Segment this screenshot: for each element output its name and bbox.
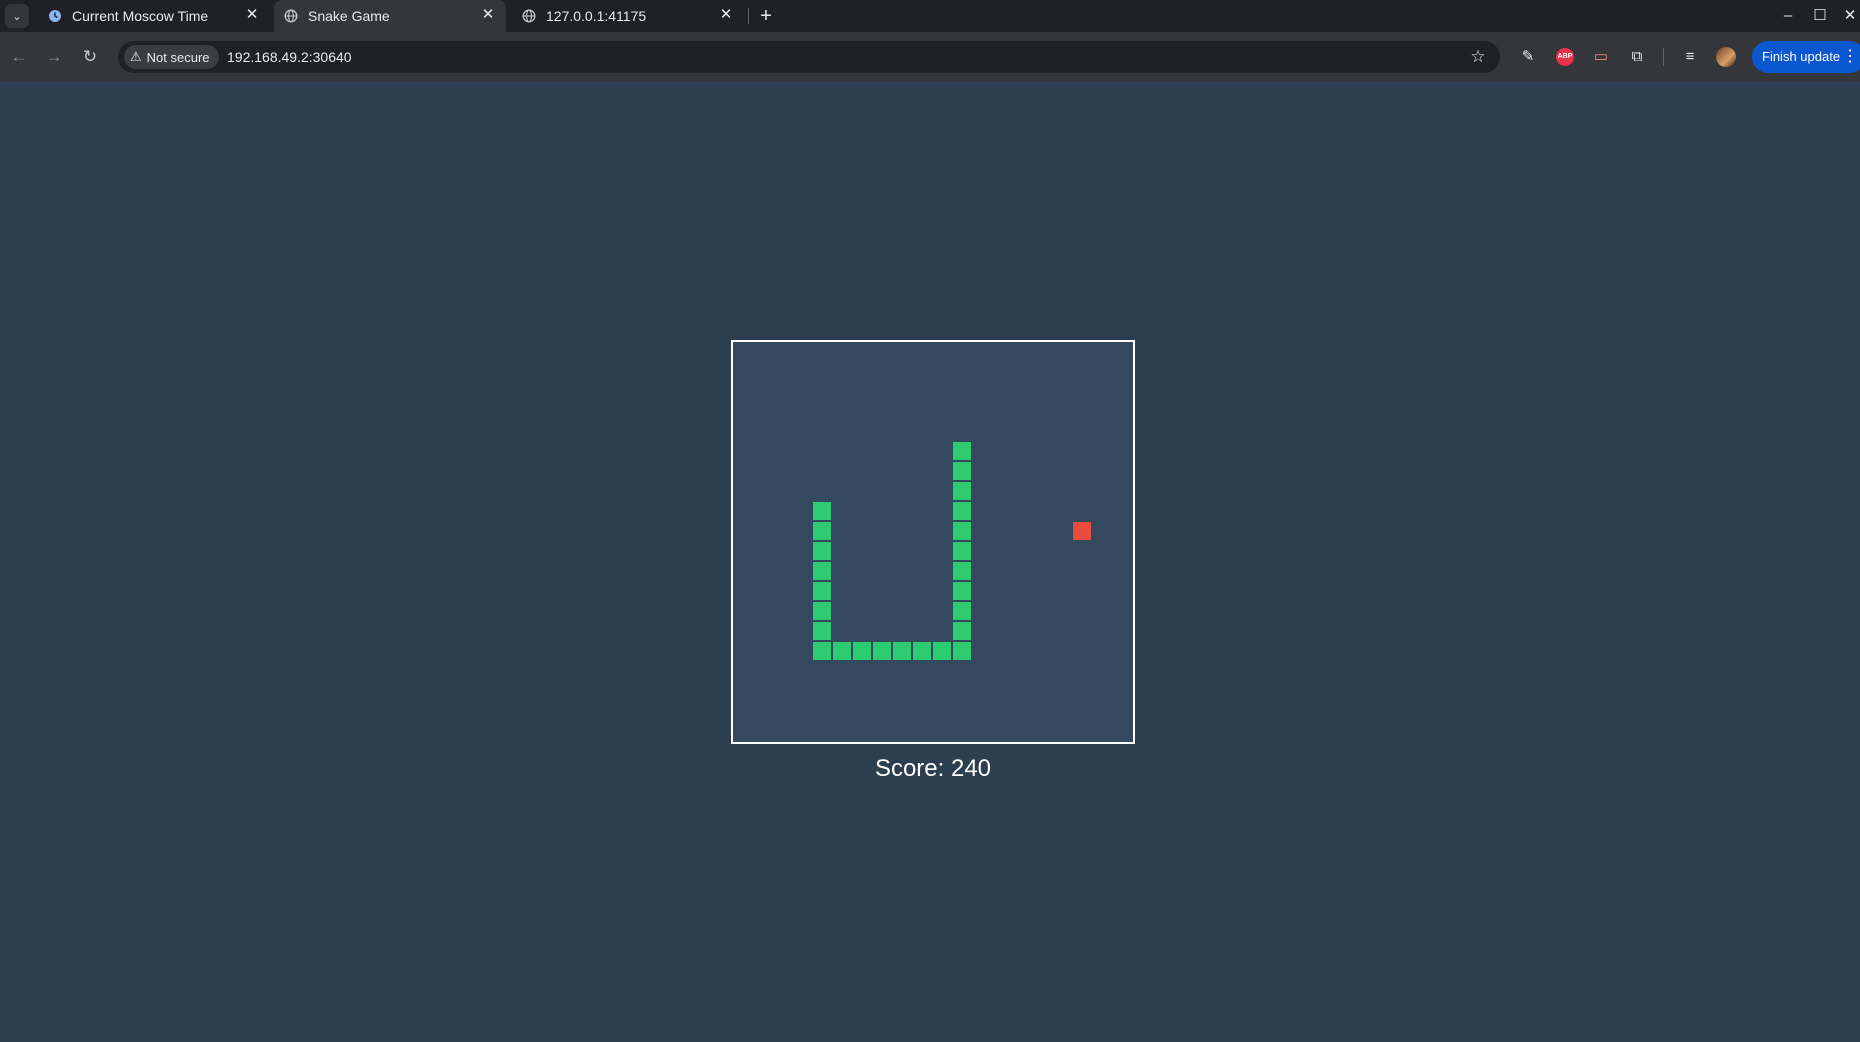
snake-segment (813, 642, 831, 660)
security-label: Not secure (146, 49, 210, 65)
tab-current-moscow-time[interactable]: Current Moscow Time ✕ (38, 0, 270, 32)
chevron-down-icon: ⌄ (12, 10, 22, 23)
snake-segment (953, 642, 971, 660)
close-icon[interactable]: ✕ (244, 7, 260, 23)
snake-segment (953, 462, 971, 480)
snake-segment (813, 542, 831, 560)
snake-segment (953, 622, 971, 640)
snake-head (953, 442, 971, 460)
maximize-icon[interactable]: ☐ (1808, 4, 1832, 28)
snake-segment (953, 562, 971, 580)
snake-segment (813, 622, 831, 640)
reload-button[interactable]: ↻ (78, 45, 102, 69)
snake-segment (813, 582, 831, 600)
snake-segment (913, 642, 931, 660)
snake-segment (813, 522, 831, 540)
snake-segment (813, 602, 831, 620)
snake-segment (853, 642, 871, 660)
forward-button[interactable]: → (42, 45, 66, 69)
window-close-icon[interactable]: ✕ (1840, 4, 1860, 28)
score-display: Score: 240 (874, 755, 992, 782)
snake-segment (953, 582, 971, 600)
close-icon[interactable]: ✕ (480, 7, 496, 23)
snake-segment (873, 642, 891, 660)
snake-segment (893, 642, 911, 660)
security-chip[interactable]: ⚠ Not secure (124, 45, 219, 69)
snake-segment (953, 482, 971, 500)
clock-icon (49, 10, 61, 22)
more-menu-icon[interactable]: ⋮ (1842, 41, 1858, 73)
snake-segment (813, 502, 831, 520)
media-controls-icon[interactable]: ≡ (1678, 45, 1702, 69)
finish-update-label: Finish update (1762, 49, 1841, 64)
food-item (1073, 522, 1091, 540)
minimize-icon[interactable]: – (1776, 4, 1800, 28)
bookmark-star-icon[interactable]: ☆ (1466, 45, 1490, 69)
toolbar-divider (1663, 48, 1664, 66)
tab-title: Current Moscow Time (72, 8, 209, 24)
tab-search-button[interactable]: ⌄ (5, 4, 29, 28)
snake-segment (833, 642, 851, 660)
adblock-extension-icon[interactable]: ABP (1556, 48, 1574, 66)
close-icon[interactable]: ✕ (718, 7, 734, 23)
game-canvas[interactable] (731, 340, 1135, 744)
snake-segment (933, 642, 951, 660)
tab-divider (748, 8, 749, 24)
tab-title: 127.0.0.1:41175 (546, 8, 647, 24)
back-button[interactable]: ← (7, 45, 31, 69)
snake-segment (953, 502, 971, 520)
snake-segment (953, 542, 971, 560)
new-tab-button[interactable]: + (754, 4, 778, 28)
url-text[interactable]: 192.168.49.2:30640 (227, 49, 352, 65)
snake-segment (953, 602, 971, 620)
tab-localhost[interactable]: 127.0.0.1:41175 ✕ (512, 0, 744, 32)
profile-avatar[interactable] (1716, 47, 1736, 67)
eyedropper-extension-icon[interactable]: ✎ (1516, 45, 1540, 69)
tab-title: Snake Game (308, 8, 390, 24)
tab-snake-game[interactable]: Snake Game ✕ (274, 0, 506, 33)
extensions-puzzle-icon[interactable]: ⧉ (1625, 45, 1649, 69)
snake-segment (813, 562, 831, 580)
finish-update-button[interactable]: Finish update ⋮ (1752, 41, 1860, 73)
warning-icon: ⚠ (130, 49, 142, 64)
snake-segment (953, 522, 971, 540)
globe-icon (522, 9, 536, 23)
globe-icon (284, 9, 298, 23)
cast-extension-icon[interactable]: ▭ (1589, 45, 1613, 69)
tab-strip: ⌄ Current Moscow Time ✕ Snake Game ✕ 127… (0, 0, 1860, 33)
